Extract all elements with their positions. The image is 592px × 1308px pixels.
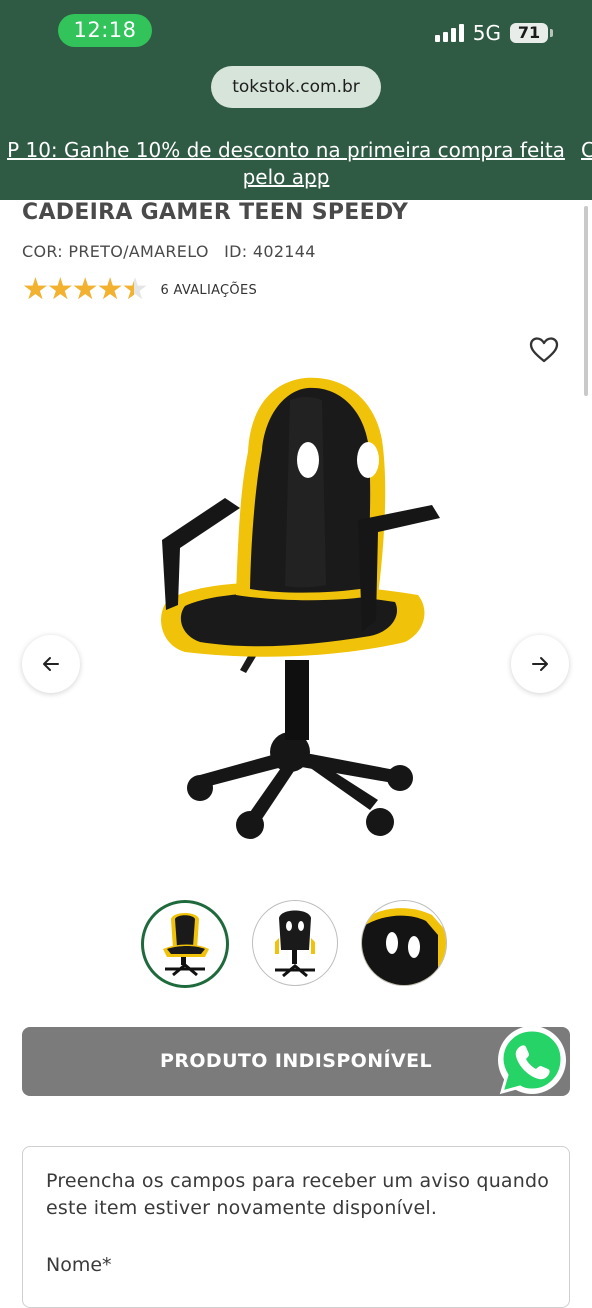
arrow-left-icon (43, 657, 59, 671)
url-bar[interactable]: tokstok.com.br (211, 66, 381, 108)
name-field-label: Nome* (46, 1254, 112, 1276)
top-header: 12:18 5G 71 tokstok.com.br P 10: Ganhe 1… (0, 0, 592, 200)
product-title: CADEIRA GAMER TEEN SPEEDY (22, 200, 409, 225)
status-indicators: 5G 71 (434, 18, 553, 48)
product-image (161, 377, 440, 839)
product-color: COR: PRETO/AMARELO (22, 242, 209, 261)
arrow-right-icon (532, 657, 548, 671)
status-time: 12:18 (58, 14, 152, 47)
product-unavailable-button[interactable]: PRODUTO INDISPONÍVEL (22, 1027, 570, 1096)
whatsapp-button[interactable] (494, 1024, 570, 1100)
notify-message: Preencha os campos para receber um aviso… (46, 1170, 550, 1219)
thumbnail-3[interactable] (361, 900, 447, 986)
thumbnail-image (362, 908, 446, 985)
battery-icon: 71 (510, 23, 553, 43)
thumbnail-2[interactable] (252, 900, 338, 986)
thumbnail-image (163, 913, 209, 977)
notify-form: Preencha os campos para receber um aviso… (22, 1146, 570, 1308)
gallery-thumbnails (141, 900, 447, 988)
favorite-button[interactable] (528, 334, 560, 366)
thumbnail-image (275, 910, 315, 978)
reviews-count[interactable]: 6 AVALIAÇÕES (160, 283, 257, 298)
carousel-prev-button[interactable] (22, 635, 80, 693)
promo-banner-link[interactable]: P 10: Ganhe 10% de desconto na primeira … (0, 137, 574, 191)
heart-icon (529, 337, 559, 363)
promo-next-fragment[interactable]: C (581, 137, 592, 164)
carousel-next-button[interactable] (511, 635, 569, 693)
page-scrollbar[interactable] (584, 206, 588, 396)
product-rating[interactable]: ★★★★★ ★★★★★ 6 AVALIAÇÕES (22, 275, 257, 305)
product-id: ID: 402144 (224, 242, 316, 261)
network-type: 5G (472, 21, 501, 45)
product-meta: COR: PRETO/AMARELO ID: 402144 (22, 242, 316, 261)
whatsapp-icon (498, 1026, 566, 1095)
thumbnail-1[interactable] (141, 900, 229, 988)
signal-icon (434, 24, 464, 42)
rating-stars: ★★★★★ ★★★★★ (22, 272, 148, 307)
